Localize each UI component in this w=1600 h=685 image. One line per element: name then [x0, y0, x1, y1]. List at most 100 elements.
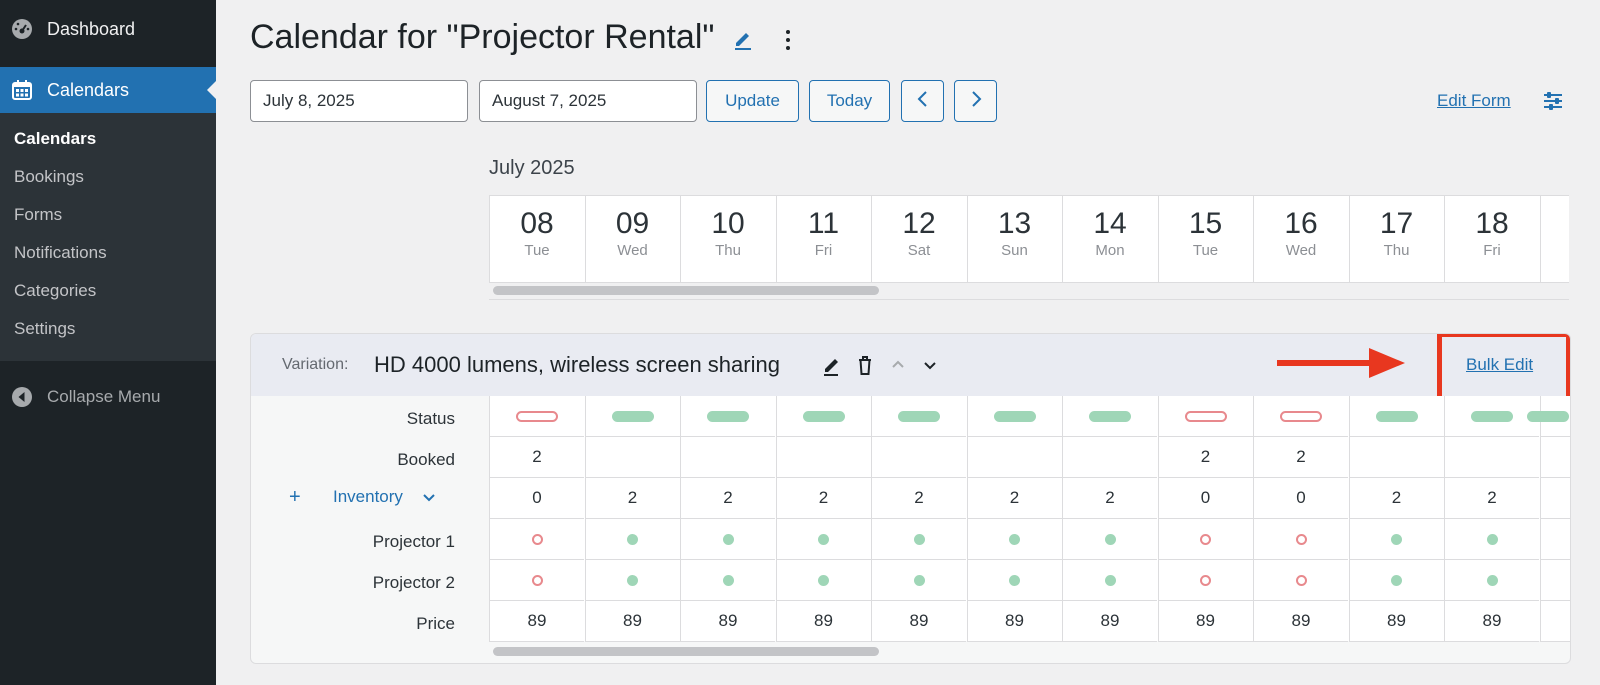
projector-2-cell[interactable] — [1157, 560, 1253, 601]
inventory-cell[interactable]: 2 — [584, 478, 680, 519]
projector-2-cell[interactable] — [1348, 560, 1444, 601]
sliders-settings-icon[interactable] — [1542, 90, 1564, 112]
booked-cell[interactable] — [871, 437, 966, 478]
projector-1-cell[interactable] — [1348, 519, 1444, 560]
projector-2-cell[interactable] — [1253, 560, 1348, 601]
status-cell[interactable] — [871, 396, 966, 437]
horizontal-scrollbar[interactable] — [493, 286, 879, 295]
projector-1-cell[interactable] — [584, 519, 680, 560]
price-cell[interactable]: 89 — [680, 601, 775, 642]
inventory-toggle[interactable]: Inventory — [333, 487, 403, 507]
projector-1-cell[interactable] — [489, 519, 584, 560]
price-cell[interactable]: 89 — [1348, 601, 1444, 642]
next-button[interactable] — [954, 80, 997, 122]
inventory-cell[interactable]: 2 — [966, 478, 1062, 519]
status-cell[interactable] — [966, 396, 1062, 437]
booked-cell[interactable]: 2 — [489, 437, 584, 478]
projector-1-cell[interactable] — [775, 519, 871, 560]
projector-2-cell[interactable] — [1444, 560, 1539, 601]
submenu-bookings[interactable]: Bookings — [14, 167, 84, 187]
projector-2-cell[interactable] — [680, 560, 775, 601]
menu-dashboard[interactable]: Dashboard — [0, 9, 216, 49]
status-cell[interactable] — [1526, 396, 1570, 437]
price-cell[interactable]: 89 — [1253, 601, 1348, 642]
status-cell[interactable] — [1157, 396, 1253, 437]
booked-cell[interactable]: 2 — [1253, 437, 1348, 478]
status-cell[interactable] — [584, 396, 680, 437]
inventory-cell[interactable]: 2 — [775, 478, 871, 519]
status-cell[interactable] — [1253, 396, 1348, 437]
inventory-cell[interactable]: 2 — [1062, 478, 1157, 519]
edit-title-pencil-icon[interactable] — [732, 28, 754, 50]
projector-2-cell[interactable] — [1539, 560, 1570, 601]
submenu-settings[interactable]: Settings — [14, 319, 75, 339]
inventory-cell[interactable]: 2 — [680, 478, 775, 519]
submenu-forms[interactable]: Forms — [14, 205, 62, 225]
booked-cell[interactable] — [1062, 437, 1157, 478]
price-cell[interactable]: 89 — [966, 601, 1062, 642]
status-cell[interactable] — [680, 396, 775, 437]
submenu-notifications[interactable]: Notifications — [14, 243, 107, 263]
price-cell[interactable]: 89 — [489, 601, 584, 642]
projector-2-cell[interactable] — [584, 560, 680, 601]
price-cell[interactable]: 89 — [584, 601, 680, 642]
projector-1-cell[interactable] — [1444, 519, 1539, 560]
delete-variation-trash-icon[interactable] — [854, 354, 876, 376]
projector-1-cell[interactable] — [1539, 519, 1570, 560]
collapse-menu-button[interactable]: Collapse Menu — [0, 380, 216, 414]
today-button[interactable]: Today — [809, 80, 890, 122]
booked-cell[interactable] — [680, 437, 775, 478]
status-cell[interactable] — [489, 396, 584, 437]
projector-2-cell[interactable] — [775, 560, 871, 601]
status-cell[interactable] — [775, 396, 871, 437]
price-cell[interactable]: 89 — [775, 601, 871, 642]
price-cell[interactable]: 89 — [871, 601, 966, 642]
more-options-icon[interactable] — [780, 26, 796, 54]
projector-2-cell[interactable] — [966, 560, 1062, 601]
projector-1-cell[interactable] — [871, 519, 966, 560]
projector-2-cell[interactable] — [871, 560, 966, 601]
projector-2-cell[interactable] — [489, 560, 584, 601]
menu-calendars[interactable]: Calendars — [0, 67, 216, 113]
price-cell[interactable]: 89 — [1062, 601, 1157, 642]
update-button[interactable]: Update — [706, 80, 799, 122]
inventory-cell[interactable] — [1539, 478, 1570, 519]
inventory-cell[interactable]: 2 — [871, 478, 966, 519]
booked-cell[interactable] — [966, 437, 1062, 478]
submenu-categories[interactable]: Categories — [14, 281, 96, 301]
status-cell[interactable] — [1062, 396, 1157, 437]
end-date-input[interactable]: August 7, 2025 — [479, 80, 697, 122]
projector-2-cell[interactable] — [1062, 560, 1157, 601]
inventory-cell[interactable]: 0 — [489, 478, 584, 519]
booked-cell[interactable] — [775, 437, 871, 478]
move-up-chevron-icon[interactable] — [887, 354, 909, 376]
inventory-cell[interactable]: 0 — [1253, 478, 1348, 519]
status-cell[interactable] — [1444, 396, 1539, 437]
status-cell[interactable] — [1348, 396, 1444, 437]
inventory-cell[interactable]: 2 — [1348, 478, 1444, 519]
booked-cell[interactable] — [584, 437, 680, 478]
add-inventory-button[interactable]: + — [289, 486, 301, 509]
previous-button[interactable] — [901, 80, 944, 122]
inventory-cell[interactable]: 2 — [1444, 478, 1539, 519]
price-cell[interactable]: 89 — [1157, 601, 1253, 642]
projector-1-cell[interactable] — [1062, 519, 1157, 560]
grid-horizontal-scrollbar[interactable] — [493, 647, 879, 656]
projector-1-cell[interactable] — [1157, 519, 1253, 560]
booked-cell[interactable] — [1539, 437, 1570, 478]
projector-1-cell[interactable] — [1253, 519, 1348, 560]
submenu-calendars[interactable]: Calendars — [14, 129, 96, 149]
move-down-chevron-icon[interactable] — [919, 354, 941, 376]
booked-cell[interactable]: 2 — [1157, 437, 1253, 478]
edit-variation-pencil-icon[interactable] — [821, 354, 843, 376]
booked-cell[interactable] — [1444, 437, 1539, 478]
projector-1-cell[interactable] — [966, 519, 1062, 560]
price-cell[interactable]: 89 — [1444, 601, 1539, 642]
inventory-chevron-down-icon[interactable] — [421, 490, 437, 506]
inventory-cell[interactable]: 0 — [1157, 478, 1253, 519]
projector-1-cell[interactable] — [680, 519, 775, 560]
booked-cell[interactable] — [1348, 437, 1444, 478]
price-cell[interactable] — [1539, 601, 1570, 642]
edit-form-link[interactable]: Edit Form — [1437, 91, 1511, 111]
start-date-input[interactable]: July 8, 2025 — [250, 80, 468, 122]
